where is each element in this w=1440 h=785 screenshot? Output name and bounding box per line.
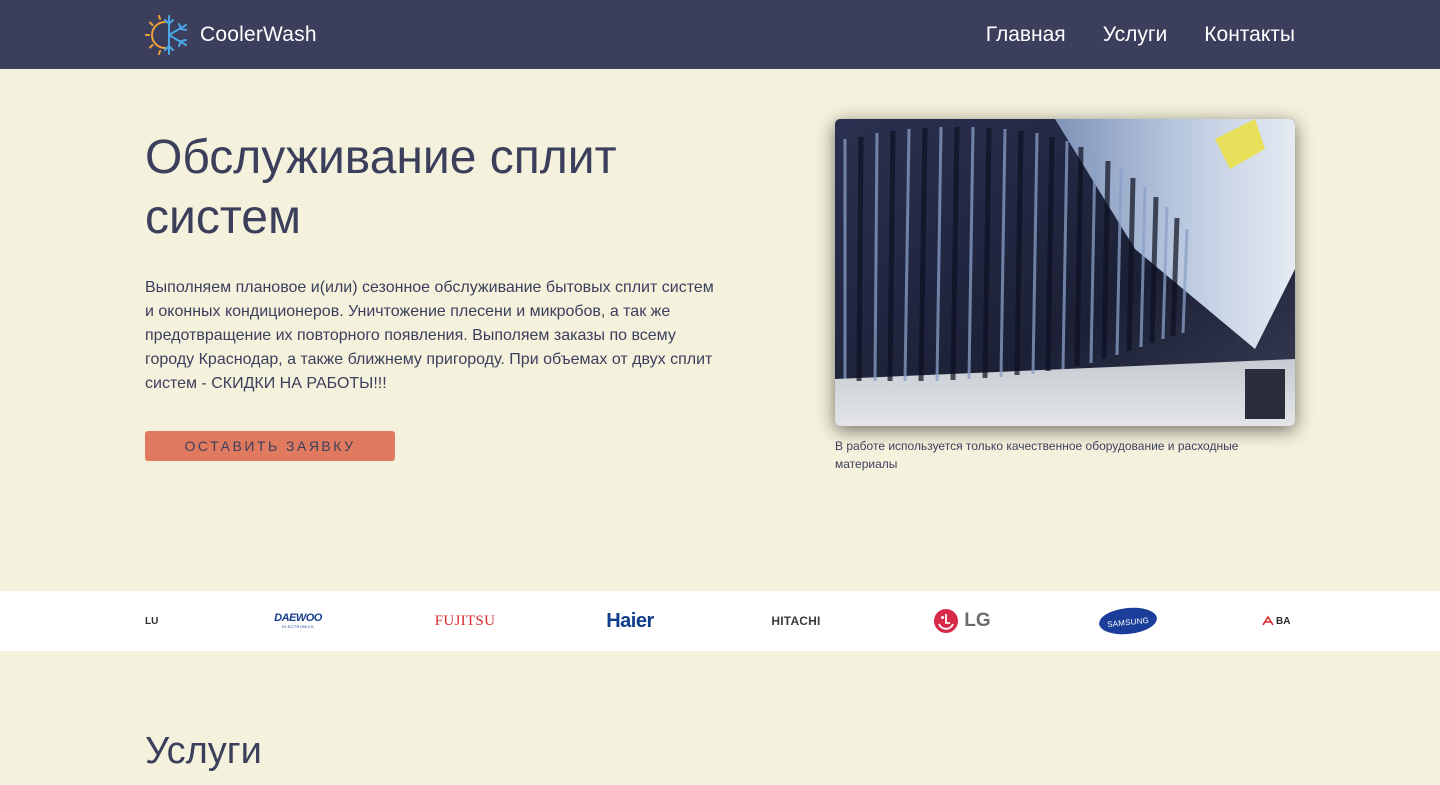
snowflake-sun-icon: [145, 15, 187, 55]
nav-link-services[interactable]: Услуги: [1103, 23, 1168, 47]
hero-image: [835, 119, 1295, 426]
brand-logo-lg: LG: [926, 591, 998, 651]
brand-logo-ba: BA: [1262, 591, 1296, 651]
brand-logo-hitachi: HITACHI: [771, 614, 821, 628]
image-caption: В работе используется только качественно…: [835, 439, 1239, 471]
lg-face-icon: [934, 609, 959, 633]
top-navbar: CoolerWash Главная Услуги Контакты: [0, 0, 1440, 69]
brand-link[interactable]: CoolerWash: [145, 13, 317, 57]
brand-logo-haier: Haier: [606, 609, 654, 632]
brand-logos-strip: LU DAEWOO ELECTRONICS FUJITSU Haier HITA…: [0, 591, 1440, 651]
brand-logo-daewoo: DAEWOO ELECTRONICS: [274, 612, 322, 630]
main-nav: Главная Услуги Контакты: [949, 0, 1295, 69]
hero-description: Выполняем плановое и(или) сезонное обслу…: [145, 279, 714, 392]
brand-name: CoolerWash: [200, 23, 317, 46]
brand-logo-lu: LU: [145, 615, 159, 627]
brand-logo-samsung: SAMSUNG: [1092, 591, 1164, 651]
nav-link-contacts[interactable]: Контакты: [1204, 23, 1295, 47]
leave-request-button[interactable]: ОСТАВИТЬ ЗАЯВКУ: [145, 431, 395, 461]
nav-link-home[interactable]: Главная: [986, 23, 1066, 47]
brand-logo-fujitsu: FUJITSU: [434, 612, 496, 629]
hero-title: Обслуживание сплит систем: [145, 131, 617, 244]
services-title: Услуги: [145, 730, 262, 772]
ba-logo-icon: [1262, 615, 1274, 626]
ac-fan-photo: [835, 119, 1295, 426]
